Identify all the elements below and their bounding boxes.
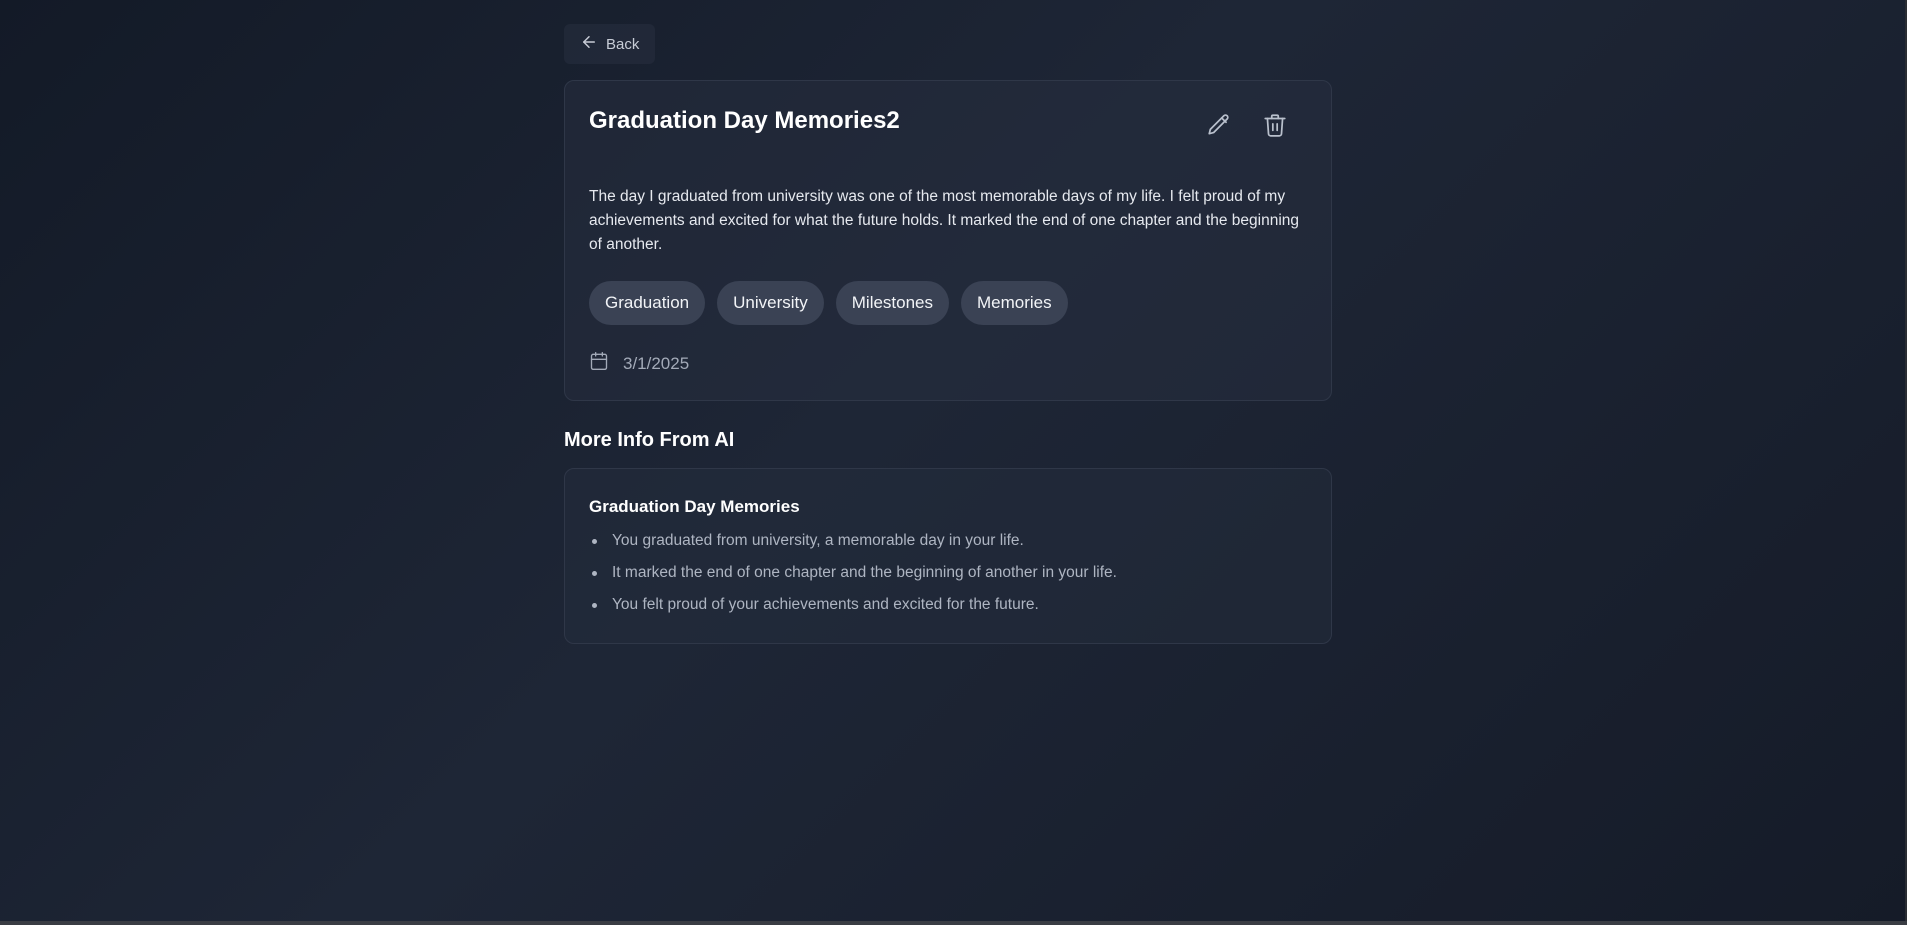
ai-points-list: You graduated from university, a memorab… (589, 529, 1307, 617)
tag-chip[interactable]: Milestones (835, 281, 950, 325)
memory-tags: Graduation University Milestones Memorie… (589, 281, 1307, 325)
memory-date-row: 3/1/2025 (589, 351, 1307, 376)
memory-actions (1203, 111, 1291, 143)
ai-card-title: Graduation Day Memories (589, 497, 800, 516)
edit-button[interactable] (1203, 111, 1235, 143)
memory-title: Graduation Day Memories2 (589, 107, 900, 134)
calendar-icon (589, 351, 609, 376)
ai-point: You felt proud of your achievements and … (592, 593, 1307, 617)
memory-date: 3/1/2025 (623, 353, 690, 373)
tag-chip[interactable]: Memories (961, 281, 1068, 325)
ai-section-heading: More Info From AI (564, 429, 735, 451)
ai-point: You graduated from university, a memorab… (592, 529, 1307, 553)
arrow-left-icon (580, 33, 598, 55)
ai-info-card: Graduation Day Memories You graduated fr… (564, 468, 1332, 644)
pencil-icon (1206, 112, 1232, 143)
delete-button[interactable] (1259, 111, 1291, 143)
trash-icon (1262, 112, 1288, 143)
back-button[interactable]: Back (564, 24, 656, 64)
memory-description: The day I graduated from university was … (589, 188, 1300, 253)
back-button-label: Back (606, 35, 640, 53)
memory-detail-page: Back Graduation Day Memories2 The day I … (564, 24, 1332, 644)
memory-card-header: Graduation Day Memories2 (589, 107, 1307, 143)
ai-point: It marked the end of one chapter and the… (592, 561, 1307, 585)
tag-chip[interactable]: University (717, 281, 824, 325)
tag-chip[interactable]: Graduation (589, 281, 706, 325)
window-edge-bottom (0, 921, 1907, 925)
memory-card: Graduation Day Memories2 The day I gradu… (564, 80, 1332, 401)
